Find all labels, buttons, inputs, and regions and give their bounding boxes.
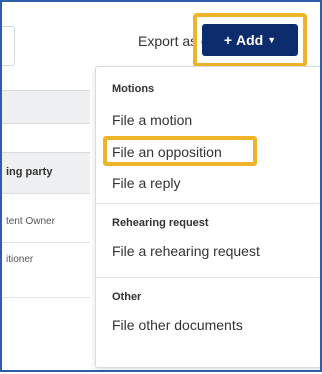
partial-left-control[interactable] (2, 26, 15, 66)
caret-down-icon: ▼ (267, 35, 277, 45)
add-label: Add (236, 32, 264, 48)
table-cell-party: tent Owner (6, 216, 55, 227)
menu-item-file-rehearing-request[interactable]: File a rehearing request (112, 243, 260, 259)
add-button[interactable]: + Add ▼ (202, 24, 298, 56)
menu-divider (96, 277, 320, 278)
menu-item-file-reply[interactable]: File a reply (112, 175, 180, 191)
table-cell-party: itioner (6, 254, 34, 265)
table-row: itioner (2, 242, 90, 298)
menu-section-title: Rehearing request (112, 217, 209, 229)
table-row: tent Owner (2, 202, 90, 243)
table-header-label: ing party (6, 166, 53, 178)
plus-icon: + (223, 32, 233, 48)
menu-section-title: Motions (112, 83, 155, 95)
add-dropdown-menu: Motions File a motion File an opposition… (95, 66, 320, 368)
menu-divider (96, 203, 320, 204)
menu-item-file-motion[interactable]: File a motion (112, 112, 192, 128)
menu-item-file-other-documents[interactable]: File other documents (112, 317, 243, 333)
menu-section-title: Other (112, 291, 142, 303)
table-section-band (2, 90, 90, 124)
table-header-cell: ing party (2, 152, 90, 194)
screenshot-frame: ing party tent Owner itioner Export as c… (0, 0, 322, 372)
menu-item-file-opposition[interactable]: File an opposition (112, 144, 222, 160)
